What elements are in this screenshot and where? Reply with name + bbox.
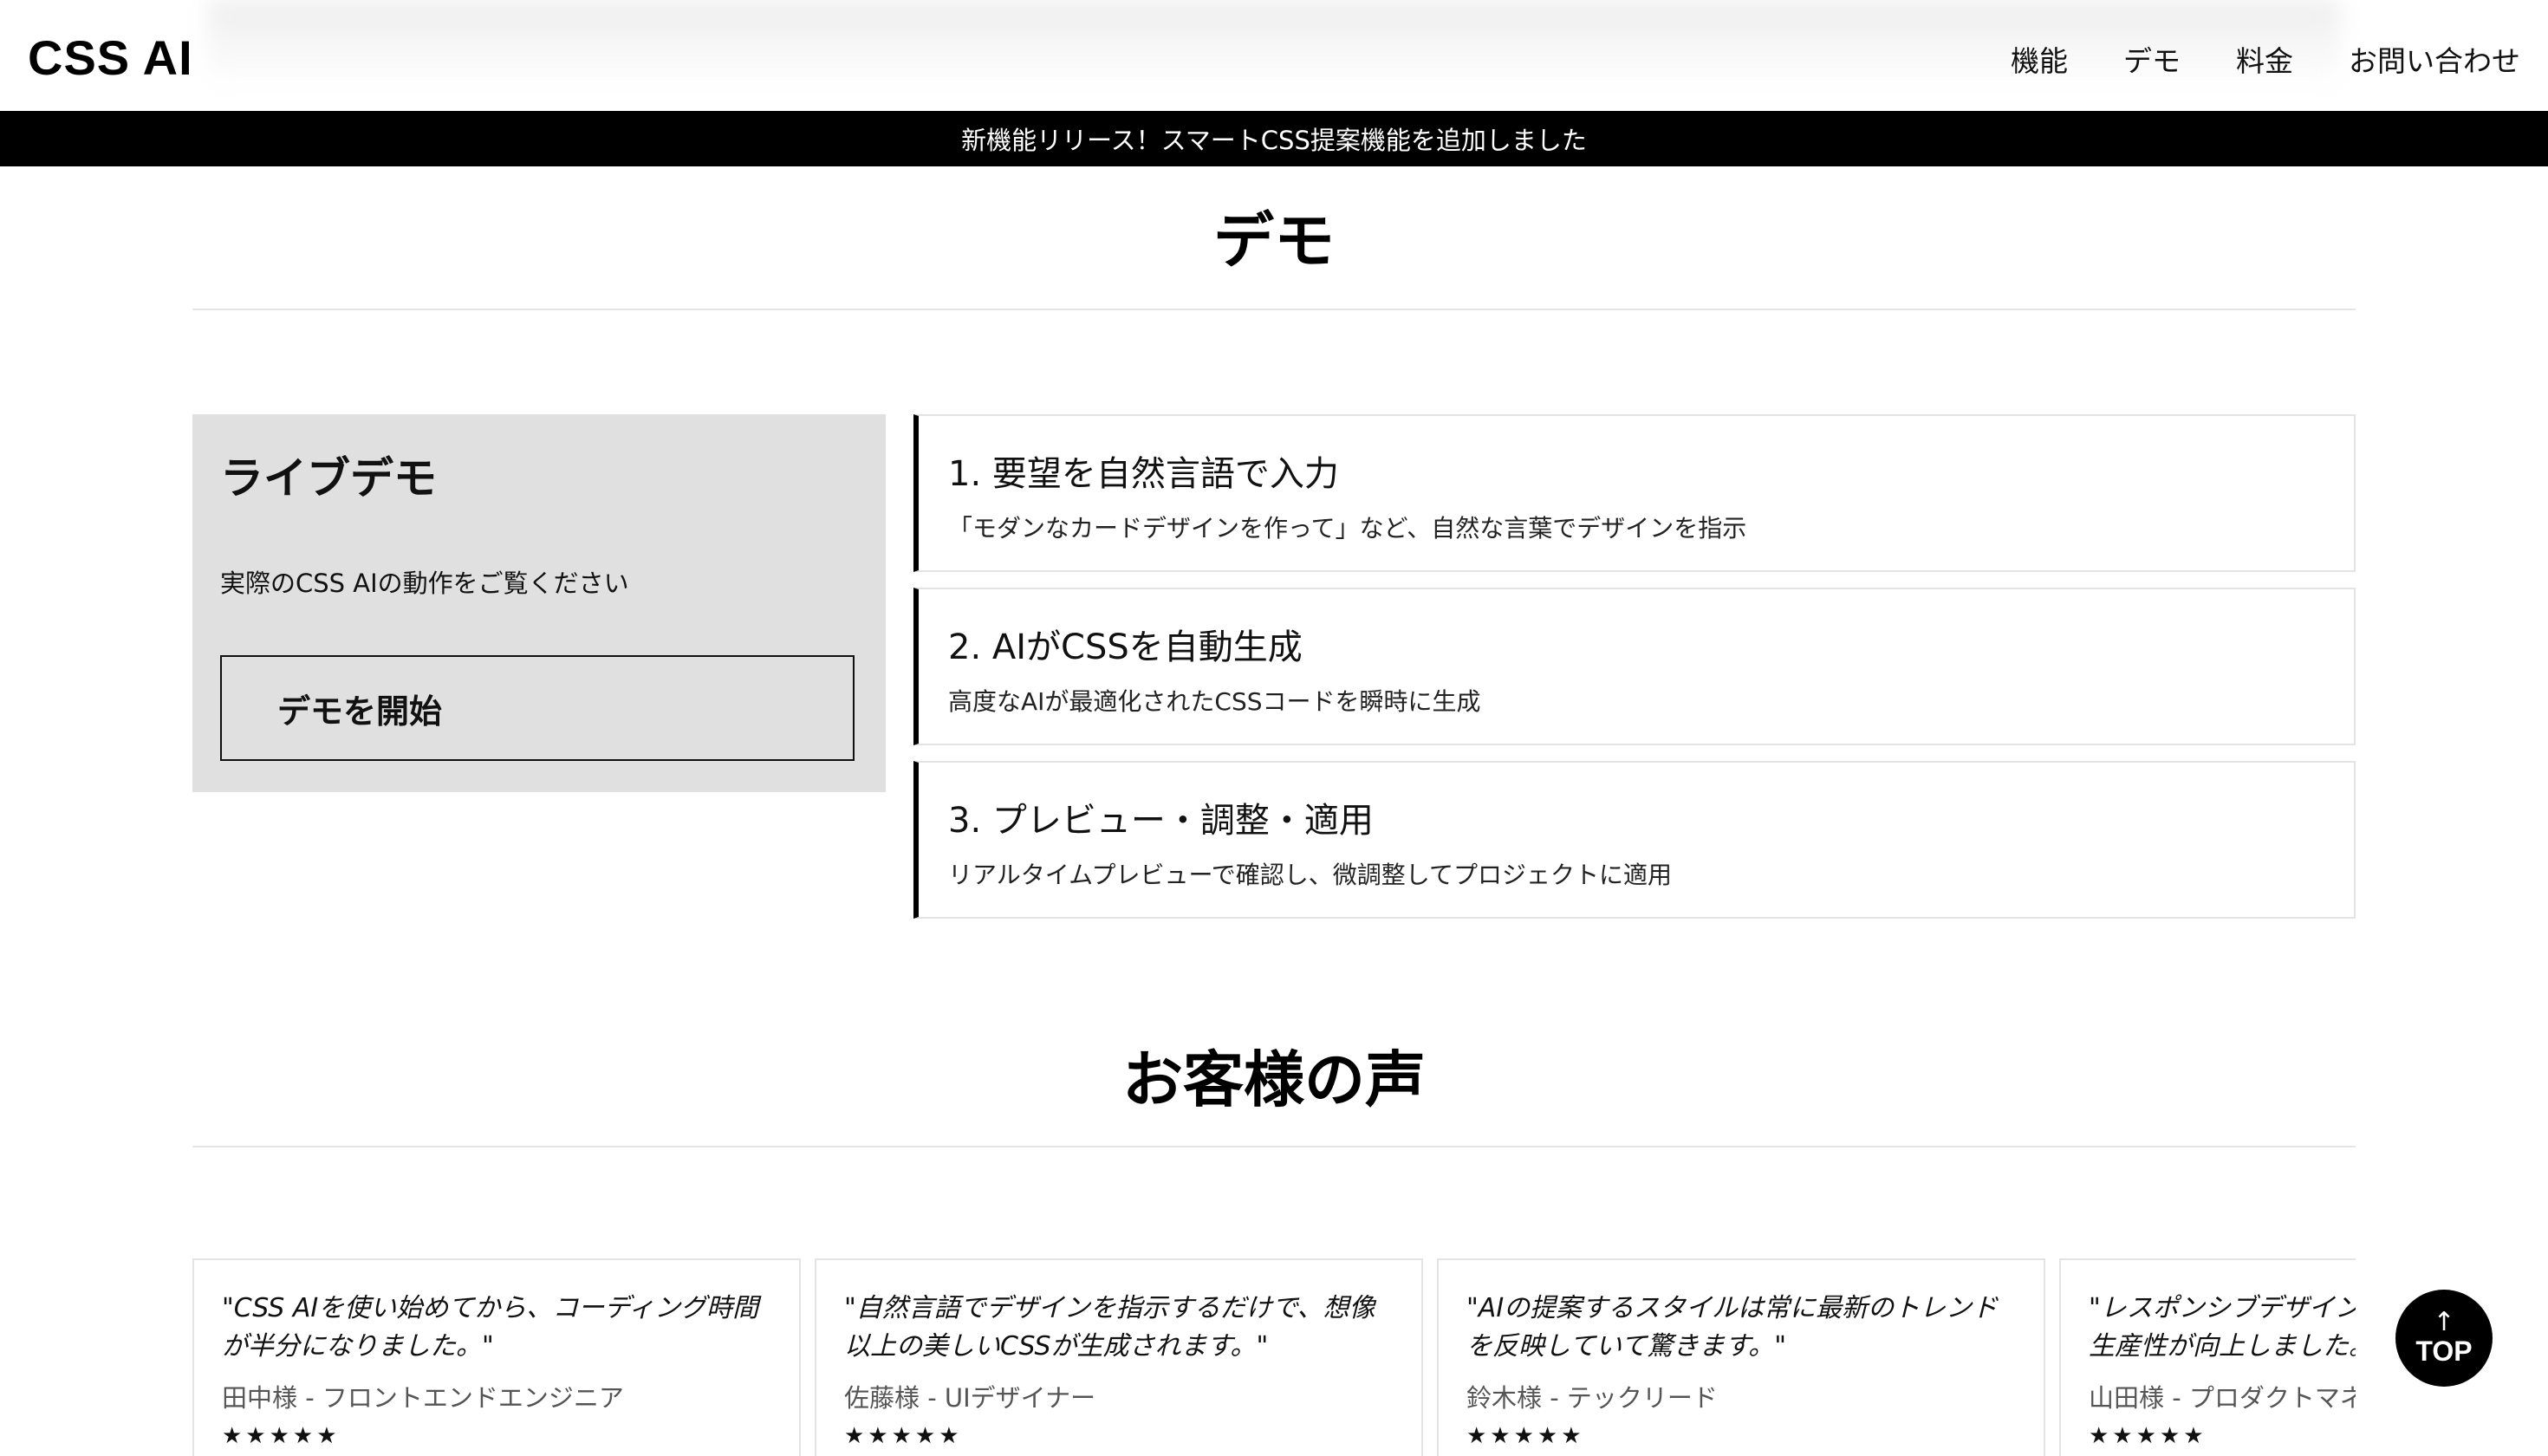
live-demo-card: ライブデモ 実際のCSS AIの動作をご覧ください デモを開始 bbox=[192, 414, 886, 792]
testimonials-carousel[interactable]: "CSS AIを使い始めてから、コーディング時間が半分になりました。" 田中様 … bbox=[192, 1248, 2356, 1456]
live-demo-description: 実際のCSS AIの動作をご覧ください bbox=[220, 569, 629, 598]
testimonial-rating: ★★★★★ bbox=[2089, 1423, 2207, 1449]
step-title: 1. 要望を自然言語で入力 bbox=[948, 454, 1339, 494]
testimonial-rating: ★★★★★ bbox=[222, 1423, 341, 1449]
testimonial-rating: ★★★★★ bbox=[1466, 1423, 1585, 1449]
demo-step-2: 2. AIがCSSを自動生成 高度なAIが最適化されたCSSコードを瞬時に生成 bbox=[913, 588, 2356, 745]
demo-step-1: 1. 要望を自然言語で入力 「モダンなカードデザインを作って」など、自然な言葉で… bbox=[913, 414, 2356, 572]
testimonial-rating: ★★★★★ bbox=[844, 1423, 963, 1449]
nav-link-contact[interactable]: お問い合わせ bbox=[2349, 38, 2520, 80]
testimonials-section-title: お客様の声 bbox=[1122, 1044, 1426, 1115]
announcement-bar: 新機能リリース！スマートCSS提案機能を追加しました bbox=[0, 111, 2548, 166]
demo-section-title: デモ bbox=[1213, 205, 1335, 276]
step-title: 3. プレビュー・調整・適用 bbox=[948, 801, 1374, 841]
site-header: CSS AI 機能 デモ 料金 お問い合わせ bbox=[0, 0, 2548, 111]
testimonial-author: 田中様 - フロントエンドエンジニア bbox=[222, 1383, 624, 1413]
step-title: 2. AIがCSSを自動生成 bbox=[948, 627, 1303, 667]
step-description: リアルタイムプレビューで確認し、微調整してプロジェクトに適用 bbox=[948, 861, 1672, 889]
testimonial-card: "CSS AIを使い始めてから、コーディング時間が半分になりました。" 田中様 … bbox=[192, 1258, 801, 1456]
nav-link-features[interactable]: 機能 bbox=[2011, 38, 2068, 80]
arrow-up-icon: ↑ bbox=[2433, 1307, 2455, 1337]
start-demo-button[interactable]: デモを開始 bbox=[220, 655, 855, 761]
site-logo[interactable]: CSS AI bbox=[28, 29, 193, 86]
testimonial-card: "AIの提案するスタイルは常に最新のトレンドを反映していて驚きます。" 鈴木様 … bbox=[1437, 1258, 2045, 1456]
testimonial-author: 佐藤様 - UIデザイナー bbox=[844, 1383, 1096, 1413]
step-description: 「モダンなカードデザインを作って」など、自然な言葉でデザインを指示 bbox=[948, 514, 1747, 543]
testimonial-quote: "AIの提案するスタイルは常に最新のトレンドを反映していて驚きます。" bbox=[1466, 1293, 1999, 1362]
demo-title-divider bbox=[192, 309, 2356, 310]
testimonial-quote: "自然言語でデザインを指示するだけで、想像以上の美しいCSSが生成されます。" bbox=[844, 1293, 1375, 1362]
step-description: 高度なAIが最適化されたCSSコードを瞬時に生成 bbox=[948, 687, 1481, 716]
testimonials-title-divider bbox=[192, 1146, 2356, 1147]
live-demo-title: ライブデモ bbox=[220, 453, 437, 504]
demo-step-3: 3. プレビュー・調整・適用 リアルタイムプレビューで確認し、微調整してプロジェ… bbox=[913, 761, 2356, 919]
nav-link-pricing[interactable]: 料金 bbox=[2236, 38, 2293, 80]
testimonial-quote: "CSS AIを使い始めてから、コーディング時間が半分になりました。" bbox=[222, 1293, 759, 1362]
back-to-top-label: TOP bbox=[2415, 1336, 2473, 1367]
testimonial-card: "レスポンシブデザインの作成が簡単になり、生産性が向上しました。" 山田様 - … bbox=[2059, 1258, 2356, 1456]
testimonial-author: 鈴木様 - テックリード bbox=[1466, 1383, 1718, 1413]
testimonial-quote: "レスポンシブデザインの作成が簡単になり、生産性が向上しました。" bbox=[2089, 1293, 2356, 1362]
back-to-top-button[interactable]: ↑ TOP bbox=[2395, 1290, 2493, 1387]
testimonial-author: 山田様 - プロダクトマネージャー bbox=[2089, 1383, 2356, 1413]
main-nav: 機能 デモ 料金 お問い合わせ bbox=[2011, 38, 2520, 80]
nav-link-demo[interactable]: デモ bbox=[2123, 38, 2181, 80]
testimonial-card: "自然言語でデザインを指示するだけで、想像以上の美しいCSSが生成されます。" … bbox=[815, 1258, 1423, 1456]
